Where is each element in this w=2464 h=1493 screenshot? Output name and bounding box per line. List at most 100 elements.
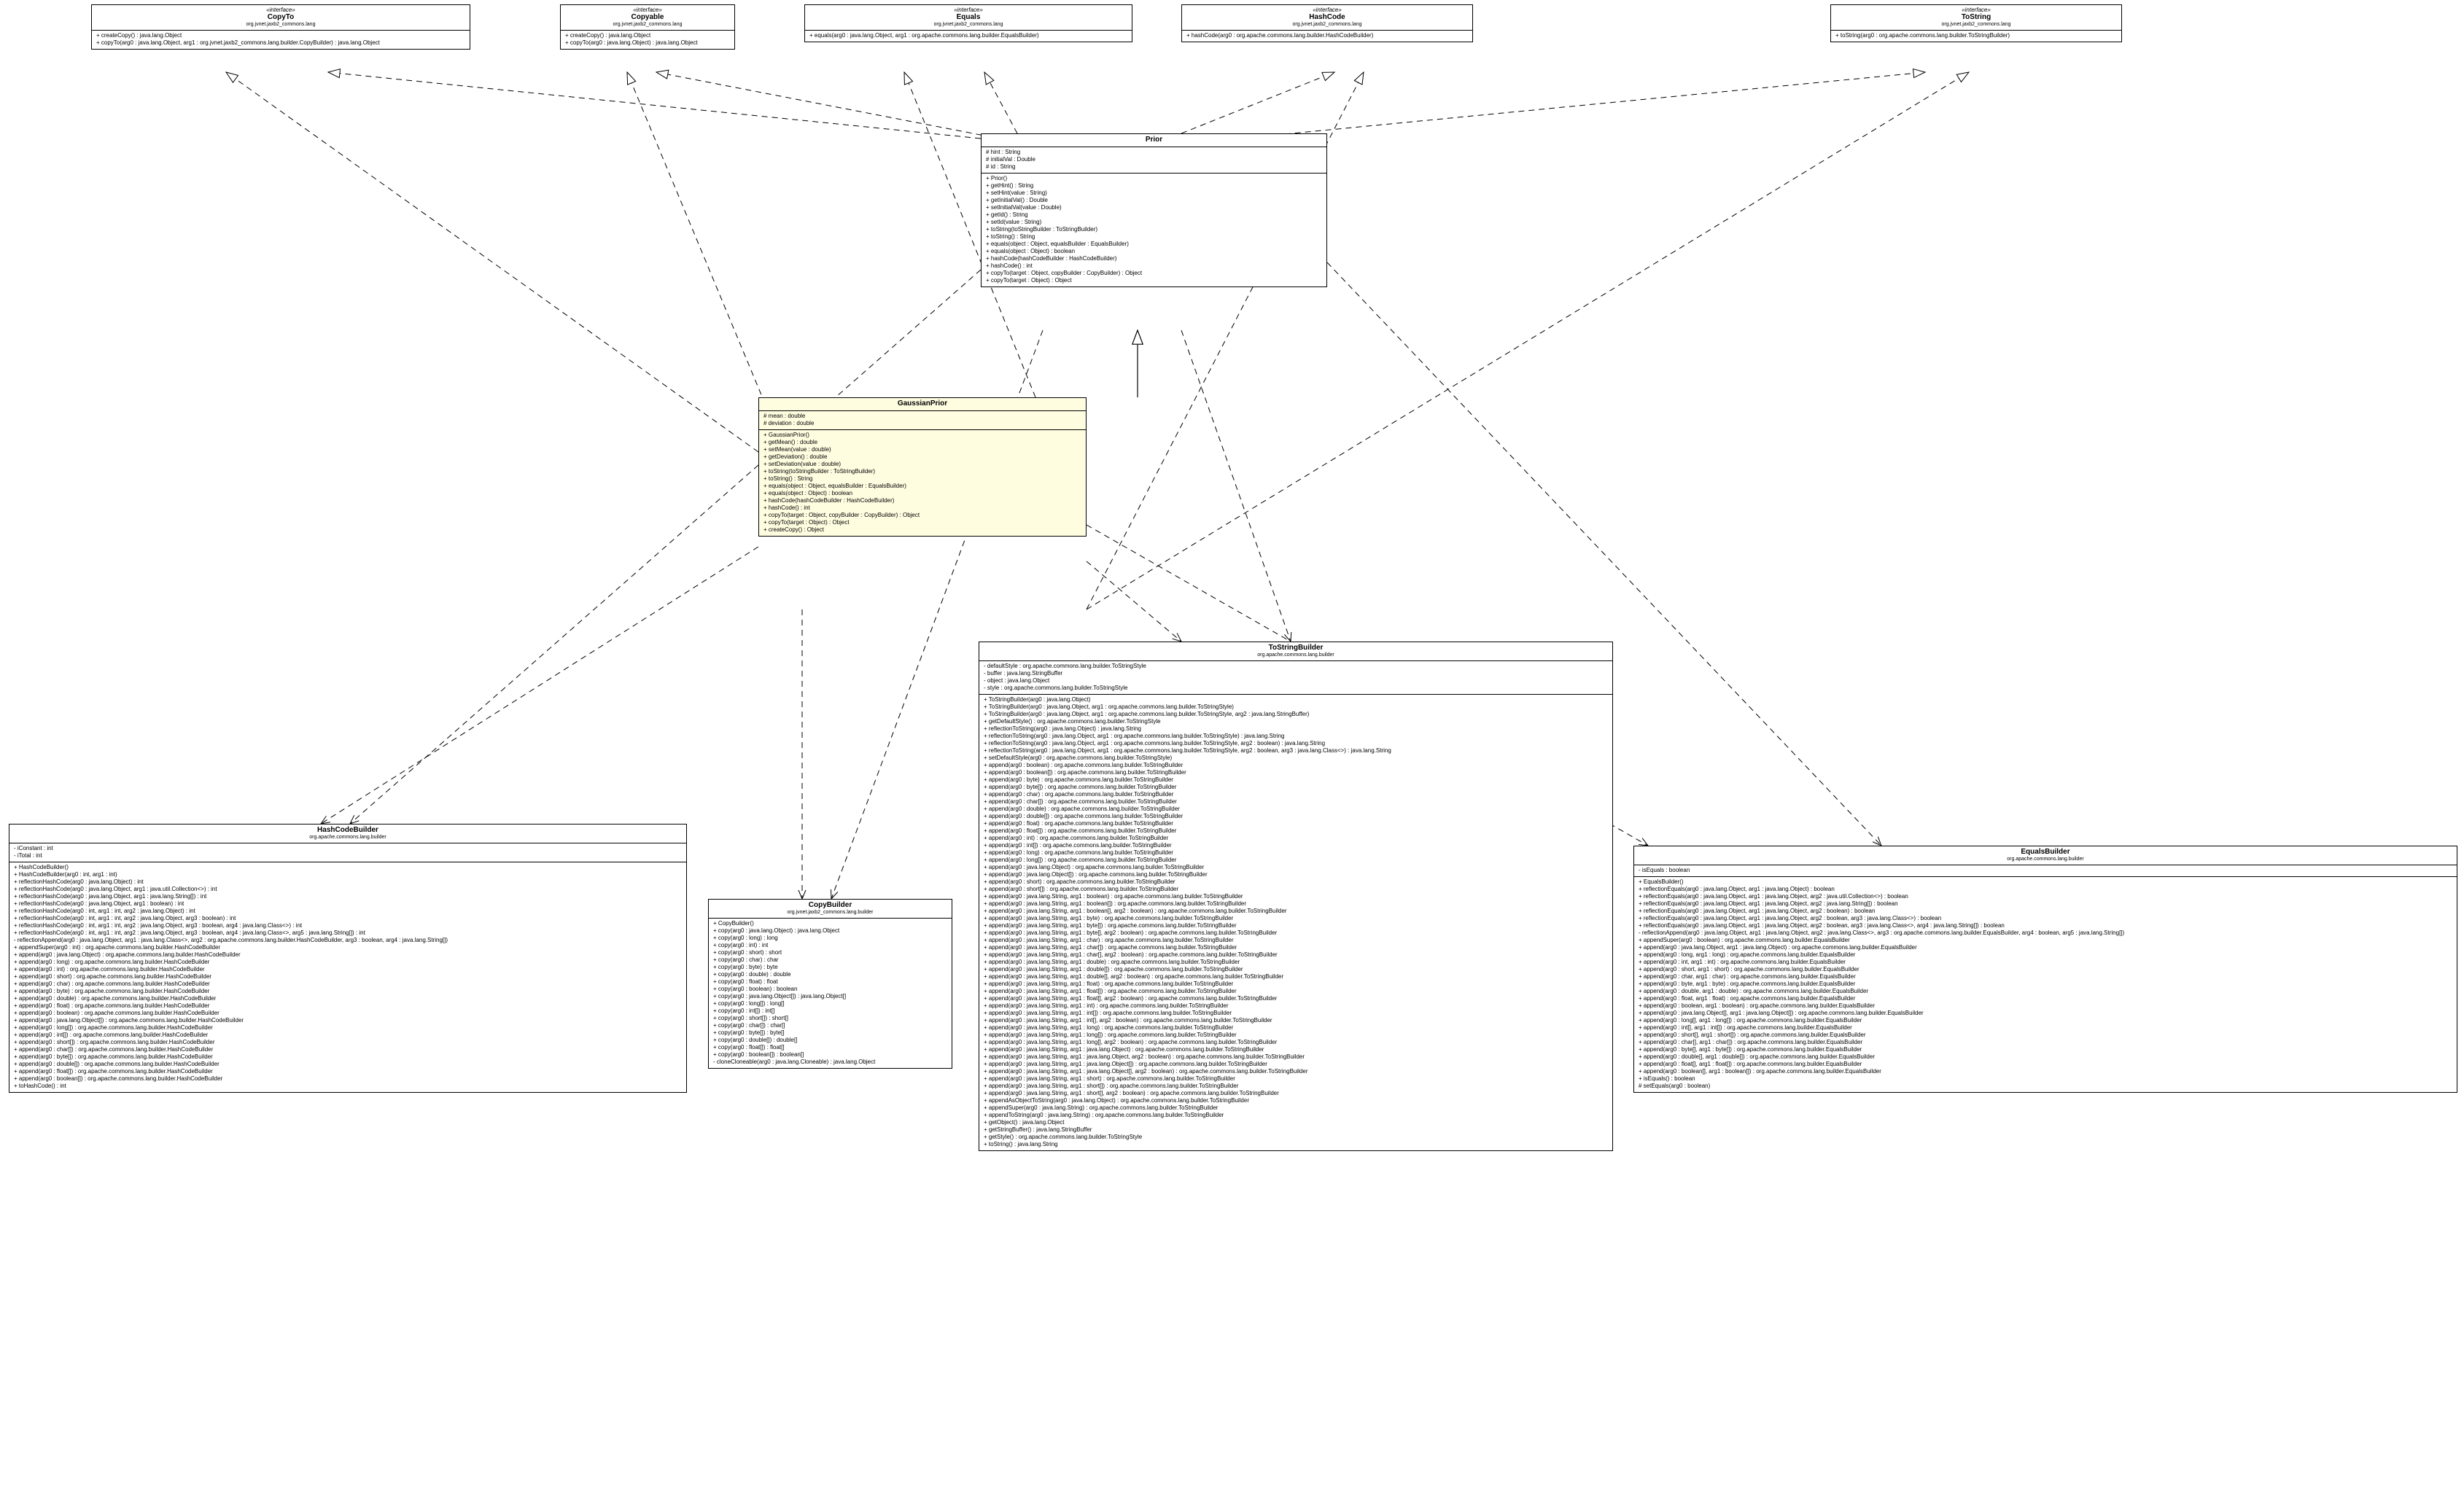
member-row: + hashCode(arg0 : org.apache.commons.lan…	[1186, 32, 1468, 39]
class-equalsbuilder: EqualsBuilder org.apache.commons.lang.bu…	[1633, 846, 2457, 1093]
member-row: - cloneCloneable(arg0 : java.lang.Clonea…	[713, 1059, 947, 1066]
member-row: + createCopy() : java.lang.Object	[96, 32, 465, 39]
member-row: + hashCode(hashCodeBuilder : HashCodeBui…	[986, 255, 1322, 262]
member-row: + isEquals() : boolean	[1639, 1075, 2452, 1083]
member-row: + append(arg0 : char[]) : org.apache.com…	[984, 798, 1608, 806]
member-row: + append(arg0 : java.lang.String, arg1 :…	[984, 959, 1608, 966]
member-row: + reflectionHashCode(arg0 : java.lang.Ob…	[14, 900, 682, 908]
member-row: + append(arg0 : long, arg1 : long) : org…	[1639, 951, 2452, 959]
member-row: + reflectionHashCode(arg0 : java.lang.Ob…	[14, 878, 682, 886]
member-row: - defaultStyle : org.apache.commons.lang…	[984, 663, 1608, 670]
member-row: + copyTo(target : Object) : Object	[763, 519, 1081, 526]
member-row: + getStyle() : org.apache.commons.lang.b…	[984, 1134, 1608, 1141]
member-row: + append(arg0 : int) : org.apache.common…	[984, 835, 1608, 842]
member-row: + appendAsObjectToString(arg0 : java.lan…	[984, 1097, 1608, 1104]
member-row: + append(arg0 : boolean[], arg1 : boolea…	[1639, 1068, 2452, 1075]
member-row: + copy(arg0 : long[]) : long[]	[713, 1000, 947, 1007]
member-row: + append(arg0 : java.lang.Object[]) : or…	[984, 871, 1608, 878]
member-row: # mean : double	[763, 413, 1081, 420]
member-row: + append(arg0 : java.lang.Object[], arg1…	[1639, 1010, 2452, 1017]
member-row: + append(arg0 : double[]) : org.apache.c…	[14, 1061, 682, 1068]
member-row: + append(arg0 : byte) : org.apache.commo…	[14, 988, 682, 995]
class-hashcodebuilder: HashCodeBuilder org.apache.commons.lang.…	[9, 824, 687, 1093]
member-row: + reflectionEquals(arg0 : java.lang.Obje…	[1639, 900, 2452, 908]
member-row: + append(arg0 : java.lang.String, arg1 :…	[984, 1017, 1608, 1024]
member-row: + append(arg0 : float) : org.apache.comm…	[14, 1002, 682, 1010]
member-row: + hashCode() : int	[986, 262, 1322, 270]
member-row: + append(arg0 : java.lang.String, arg1 :…	[984, 929, 1608, 937]
member-row: + append(arg0 : short[], arg1 : short[])…	[1639, 1032, 2452, 1039]
class-copybuilder: CopyBuilder org.jvnet.jaxb2_commons.lang…	[708, 899, 952, 1069]
member-row: + appendSuper(arg0 : int) : org.apache.c…	[14, 944, 682, 951]
member-row: + append(arg0 : char[], arg1 : char[]) :…	[1639, 1039, 2452, 1046]
member-row: + reflectionEquals(arg0 : java.lang.Obje…	[1639, 908, 2452, 915]
member-row: + getId() : String	[986, 211, 1322, 219]
member-row: + reflectionToString(arg0 : java.lang.Ob…	[984, 740, 1608, 747]
member-row: + append(arg0 : float[]) : org.apache.co…	[984, 827, 1608, 835]
class-name: CopyTo	[96, 13, 465, 22]
member-row: + append(arg0 : short[]) : org.apache.co…	[984, 886, 1608, 893]
member-row: + append(arg0 : java.lang.String, arg1 :…	[984, 1068, 1608, 1075]
member-row: + ToStringBuilder(arg0 : java.lang.Objec…	[984, 703, 1608, 711]
member-row: + copy(arg0 : int[]) : int[]	[713, 1007, 947, 1015]
member-row: + append(arg0 : java.lang.String, arg1 :…	[984, 915, 1608, 922]
member-row: + append(arg0 : java.lang.String, arg1 :…	[984, 922, 1608, 929]
class-hashcode: «interface» HashCode org.jvnet.jaxb2_com…	[1181, 4, 1473, 42]
member-row: - iTotal : int	[14, 852, 682, 859]
stereotype: «interface»	[96, 7, 465, 13]
member-row: + append(arg0 : boolean) : org.apache.co…	[984, 762, 1608, 769]
member-row: + append(arg0 : java.lang.String, arg1 :…	[984, 1024, 1608, 1032]
member-row: + append(arg0 : long[], arg1 : long[]) :…	[1639, 1017, 2452, 1024]
member-row: + CopyBuilder()	[713, 920, 947, 927]
member-row: + toString() : String	[986, 233, 1322, 241]
member-row: + Prior()	[986, 175, 1322, 182]
member-row: + append(arg0 : java.lang.String, arg1 :…	[984, 1083, 1608, 1090]
member-row: + equals(object : Object, equalsBuilder …	[986, 241, 1322, 248]
member-row: + copyTo(arg0 : java.lang.Object) : java…	[565, 39, 730, 47]
member-row: + reflectionHashCode(arg0 : java.lang.Ob…	[14, 893, 682, 900]
member-row: + setHint(value : String)	[986, 190, 1322, 197]
member-row: + copy(arg0 : java.lang.Object) : java.l…	[713, 927, 947, 935]
member-row: + reflectionHashCode(arg0 : int, arg1 : …	[14, 922, 682, 929]
member-row: + copy(arg0 : short) : short	[713, 949, 947, 956]
member-row: + append(arg0 : double[], arg1 : double[…	[1639, 1053, 2452, 1061]
member-row: + copyTo(target : Object, copyBuilder : …	[986, 270, 1322, 277]
member-row: + append(arg0 : java.lang.Object[]) : or…	[14, 1017, 682, 1024]
member-row: + getObject() : java.lang.Object	[984, 1119, 1608, 1126]
class-copyable: «interface» Copyable org.jvnet.jaxb2_com…	[560, 4, 735, 50]
member-row: + createCopy() : java.lang.Object	[565, 32, 730, 39]
member-row: # initialVal : Double	[986, 156, 1322, 163]
member-row: - reflectionAppend(arg0 : java.lang.Obje…	[1639, 929, 2452, 937]
member-row: + append(arg0 : java.lang.String, arg1 :…	[984, 1090, 1608, 1097]
member-row: + append(arg0 : char) : org.apache.commo…	[14, 981, 682, 988]
class-tostringbuilder: ToStringBuilder org.apache.commons.lang.…	[979, 642, 1613, 1151]
member-row: + append(arg0 : int) : org.apache.common…	[14, 966, 682, 973]
member-row: + appendToString(arg0 : java.lang.String…	[984, 1112, 1608, 1119]
member-row: + ToStringBuilder(arg0 : java.lang.Objec…	[984, 711, 1608, 718]
member-row: + equals(object : Object) : boolean	[986, 248, 1322, 255]
member-row: + reflectionEquals(arg0 : java.lang.Obje…	[1639, 922, 2452, 929]
member-row: + append(arg0 : java.lang.String, arg1 :…	[984, 1053, 1608, 1061]
member-row: + getDeviation() : double	[763, 453, 1081, 461]
class-equals: «interface» Equals org.jvnet.jaxb2_commo…	[804, 4, 1132, 42]
member-row: + getStringBuffer() : java.lang.StringBu…	[984, 1126, 1608, 1134]
member-row: + getInitialVal() : Double	[986, 197, 1322, 204]
member-row: + copy(arg0 : double[]) : double[]	[713, 1037, 947, 1044]
member-row: + copy(arg0 : char[]) : char[]	[713, 1022, 947, 1029]
member-row: + reflectionEquals(arg0 : java.lang.Obje…	[1639, 915, 2452, 922]
member-row: + reflectionHashCode(arg0 : int, arg1 : …	[14, 915, 682, 922]
member-row: + toString() : java.lang.String	[984, 1141, 1608, 1148]
member-row: # setEquals(arg0 : boolean)	[1639, 1083, 2452, 1090]
class-gaussianprior: GaussianPrior # mean : double# deviation…	[758, 397, 1087, 537]
member-row: + append(arg0 : int[]) : org.apache.comm…	[984, 842, 1608, 849]
member-row: + append(arg0 : java.lang.String, arg1 :…	[984, 1075, 1608, 1083]
member-row: + append(arg0 : java.lang.Object) : org.…	[14, 951, 682, 959]
member-row: + append(arg0 : boolean[]) : org.apache.…	[984, 769, 1608, 776]
member-row: + reflectionHashCode(arg0 : int, arg1 : …	[14, 929, 682, 937]
member-row: + HashCodeBuilder()	[14, 864, 682, 871]
member-row: - reflectionAppend(arg0 : java.lang.Obje…	[14, 937, 682, 944]
member-row: + append(arg0 : byte[]) : org.apache.com…	[984, 784, 1608, 791]
member-row: + copy(arg0 : long) : long	[713, 935, 947, 942]
member-row: + copy(arg0 : byte) : byte	[713, 964, 947, 971]
member-row: + append(arg0 : java.lang.String, arg1 :…	[984, 1032, 1608, 1039]
